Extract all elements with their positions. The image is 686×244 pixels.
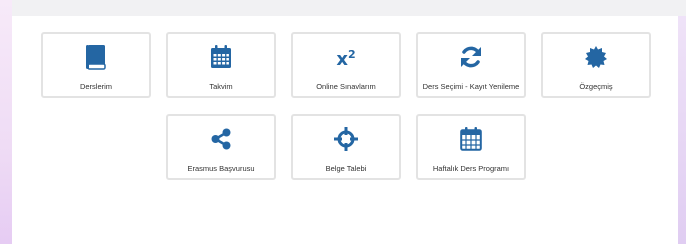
- tile-erasmus[interactable]: Erasmus Başvurusu: [166, 114, 276, 180]
- tile-label: Ders Seçimi - Kayıt Yenileme: [422, 82, 520, 91]
- superscript-icon: x2: [336, 47, 356, 70]
- tile-ders-secimi[interactable]: Ders Seçimi - Kayıt Yenileme: [416, 32, 526, 98]
- tile-haftalik-program[interactable]: Haftalık Ders Programı: [416, 114, 526, 180]
- tile-ozgecmis[interactable]: Özgeçmiş: [541, 32, 651, 98]
- right-edge: [678, 0, 686, 244]
- tile-online-sinavlarim[interactable]: x2 Online Sınavlarım: [291, 32, 401, 98]
- left-edge: [0, 0, 12, 244]
- crosshairs-icon: [293, 126, 399, 152]
- book-icon: [43, 44, 149, 70]
- tile-label: Haftalık Ders Programı: [432, 164, 510, 173]
- tile-takvim[interactable]: Takvim: [166, 32, 276, 98]
- tile-label: Özgeçmiş: [579, 82, 613, 91]
- tile-belge-talebi[interactable]: Belge Talebi: [291, 114, 401, 180]
- tile-label: Belge Talebi: [325, 164, 367, 173]
- certificate-icon: [543, 44, 649, 70]
- tile-derslerim[interactable]: Derslerim: [41, 32, 151, 98]
- refresh-icon: [418, 44, 524, 70]
- tile-label: Derslerim: [79, 82, 113, 91]
- tile-label: Takvim: [209, 82, 233, 91]
- calendar-grid-icon: [418, 126, 524, 152]
- menu-panel: Derslerim Takvim x2 Online Sınavlarım De…: [12, 16, 678, 244]
- tile-label: Erasmus Başvurusu: [187, 164, 255, 173]
- tile-label: Online Sınavlarım: [316, 82, 376, 91]
- top-bar: [12, 0, 686, 16]
- share-icon: [168, 126, 274, 152]
- calendar-icon: [168, 44, 274, 70]
